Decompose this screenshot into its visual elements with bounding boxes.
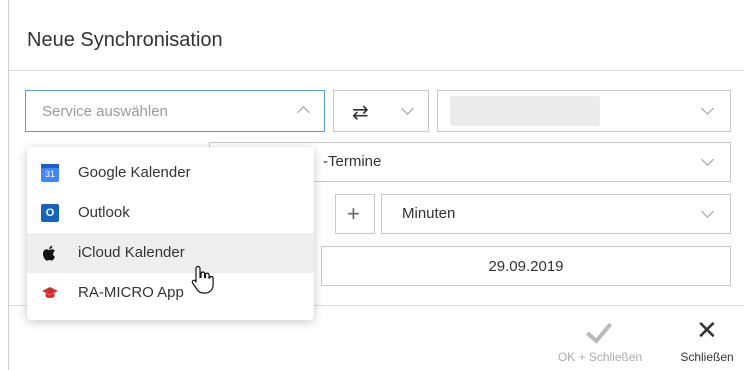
ok-close-button[interactable]: OK + Schließen: [545, 316, 655, 368]
option-label: iCloud Kalender: [78, 244, 185, 261]
option-icloud-calendar[interactable]: iCloud Kalender: [27, 233, 314, 273]
appointment-type-value: -Termine: [323, 153, 382, 170]
option-google-calendar[interactable]: 31 Google Kalender: [27, 153, 314, 193]
chevron-up-icon: [297, 106, 310, 119]
option-label: Outlook: [78, 204, 130, 221]
interval-unit-select[interactable]: Minuten: [381, 194, 731, 234]
sync-direction-select[interactable]: ⇄: [333, 90, 429, 132]
apple-icon: [41, 244, 59, 262]
increment-button[interactable]: +: [335, 194, 375, 234]
option-outlook[interactable]: O Outlook: [27, 193, 314, 233]
service-select[interactable]: Service auswählen: [25, 90, 325, 132]
hand-cursor-icon: [191, 265, 214, 294]
chevron-down-icon: [401, 102, 414, 115]
google-calendar-icon: 31: [41, 164, 59, 182]
swap-arrows-icon: ⇄: [352, 102, 369, 124]
ok-close-label: OK + Schließen: [557, 350, 643, 364]
interval-unit-value: Minuten: [402, 205, 456, 222]
blurred-value: [450, 96, 600, 126]
chevron-down-icon: [701, 205, 714, 218]
close-button[interactable]: ✕ Schließen: [669, 316, 744, 368]
chevron-down-icon: [701, 102, 714, 115]
outlook-icon: O: [41, 204, 59, 222]
close-label: Schließen: [680, 350, 734, 364]
date-field[interactable]: 29.09.2019: [321, 246, 731, 286]
option-label: RA-MICRO App: [78, 284, 184, 301]
dialog-title: Neue Synchronisation: [27, 29, 223, 51]
chevron-down-icon: [701, 153, 714, 166]
service-dropdown: 31 Google Kalender O Outlook iCloud Kale…: [27, 147, 314, 320]
close-icon: ✕: [696, 316, 718, 346]
service-placeholder: Service auswählen: [42, 103, 168, 120]
dialog-header: Neue Synchronisation: [9, 0, 744, 71]
check-icon: [585, 316, 613, 344]
option-ra-micro-app[interactable]: RA-MICRO App: [27, 273, 314, 313]
option-label: Google Kalender: [78, 164, 191, 181]
plus-icon: +: [347, 201, 360, 226]
ra-micro-icon: [41, 284, 59, 302]
target-select[interactable]: [437, 90, 731, 132]
date-value: 29.09.2019: [488, 258, 564, 275]
